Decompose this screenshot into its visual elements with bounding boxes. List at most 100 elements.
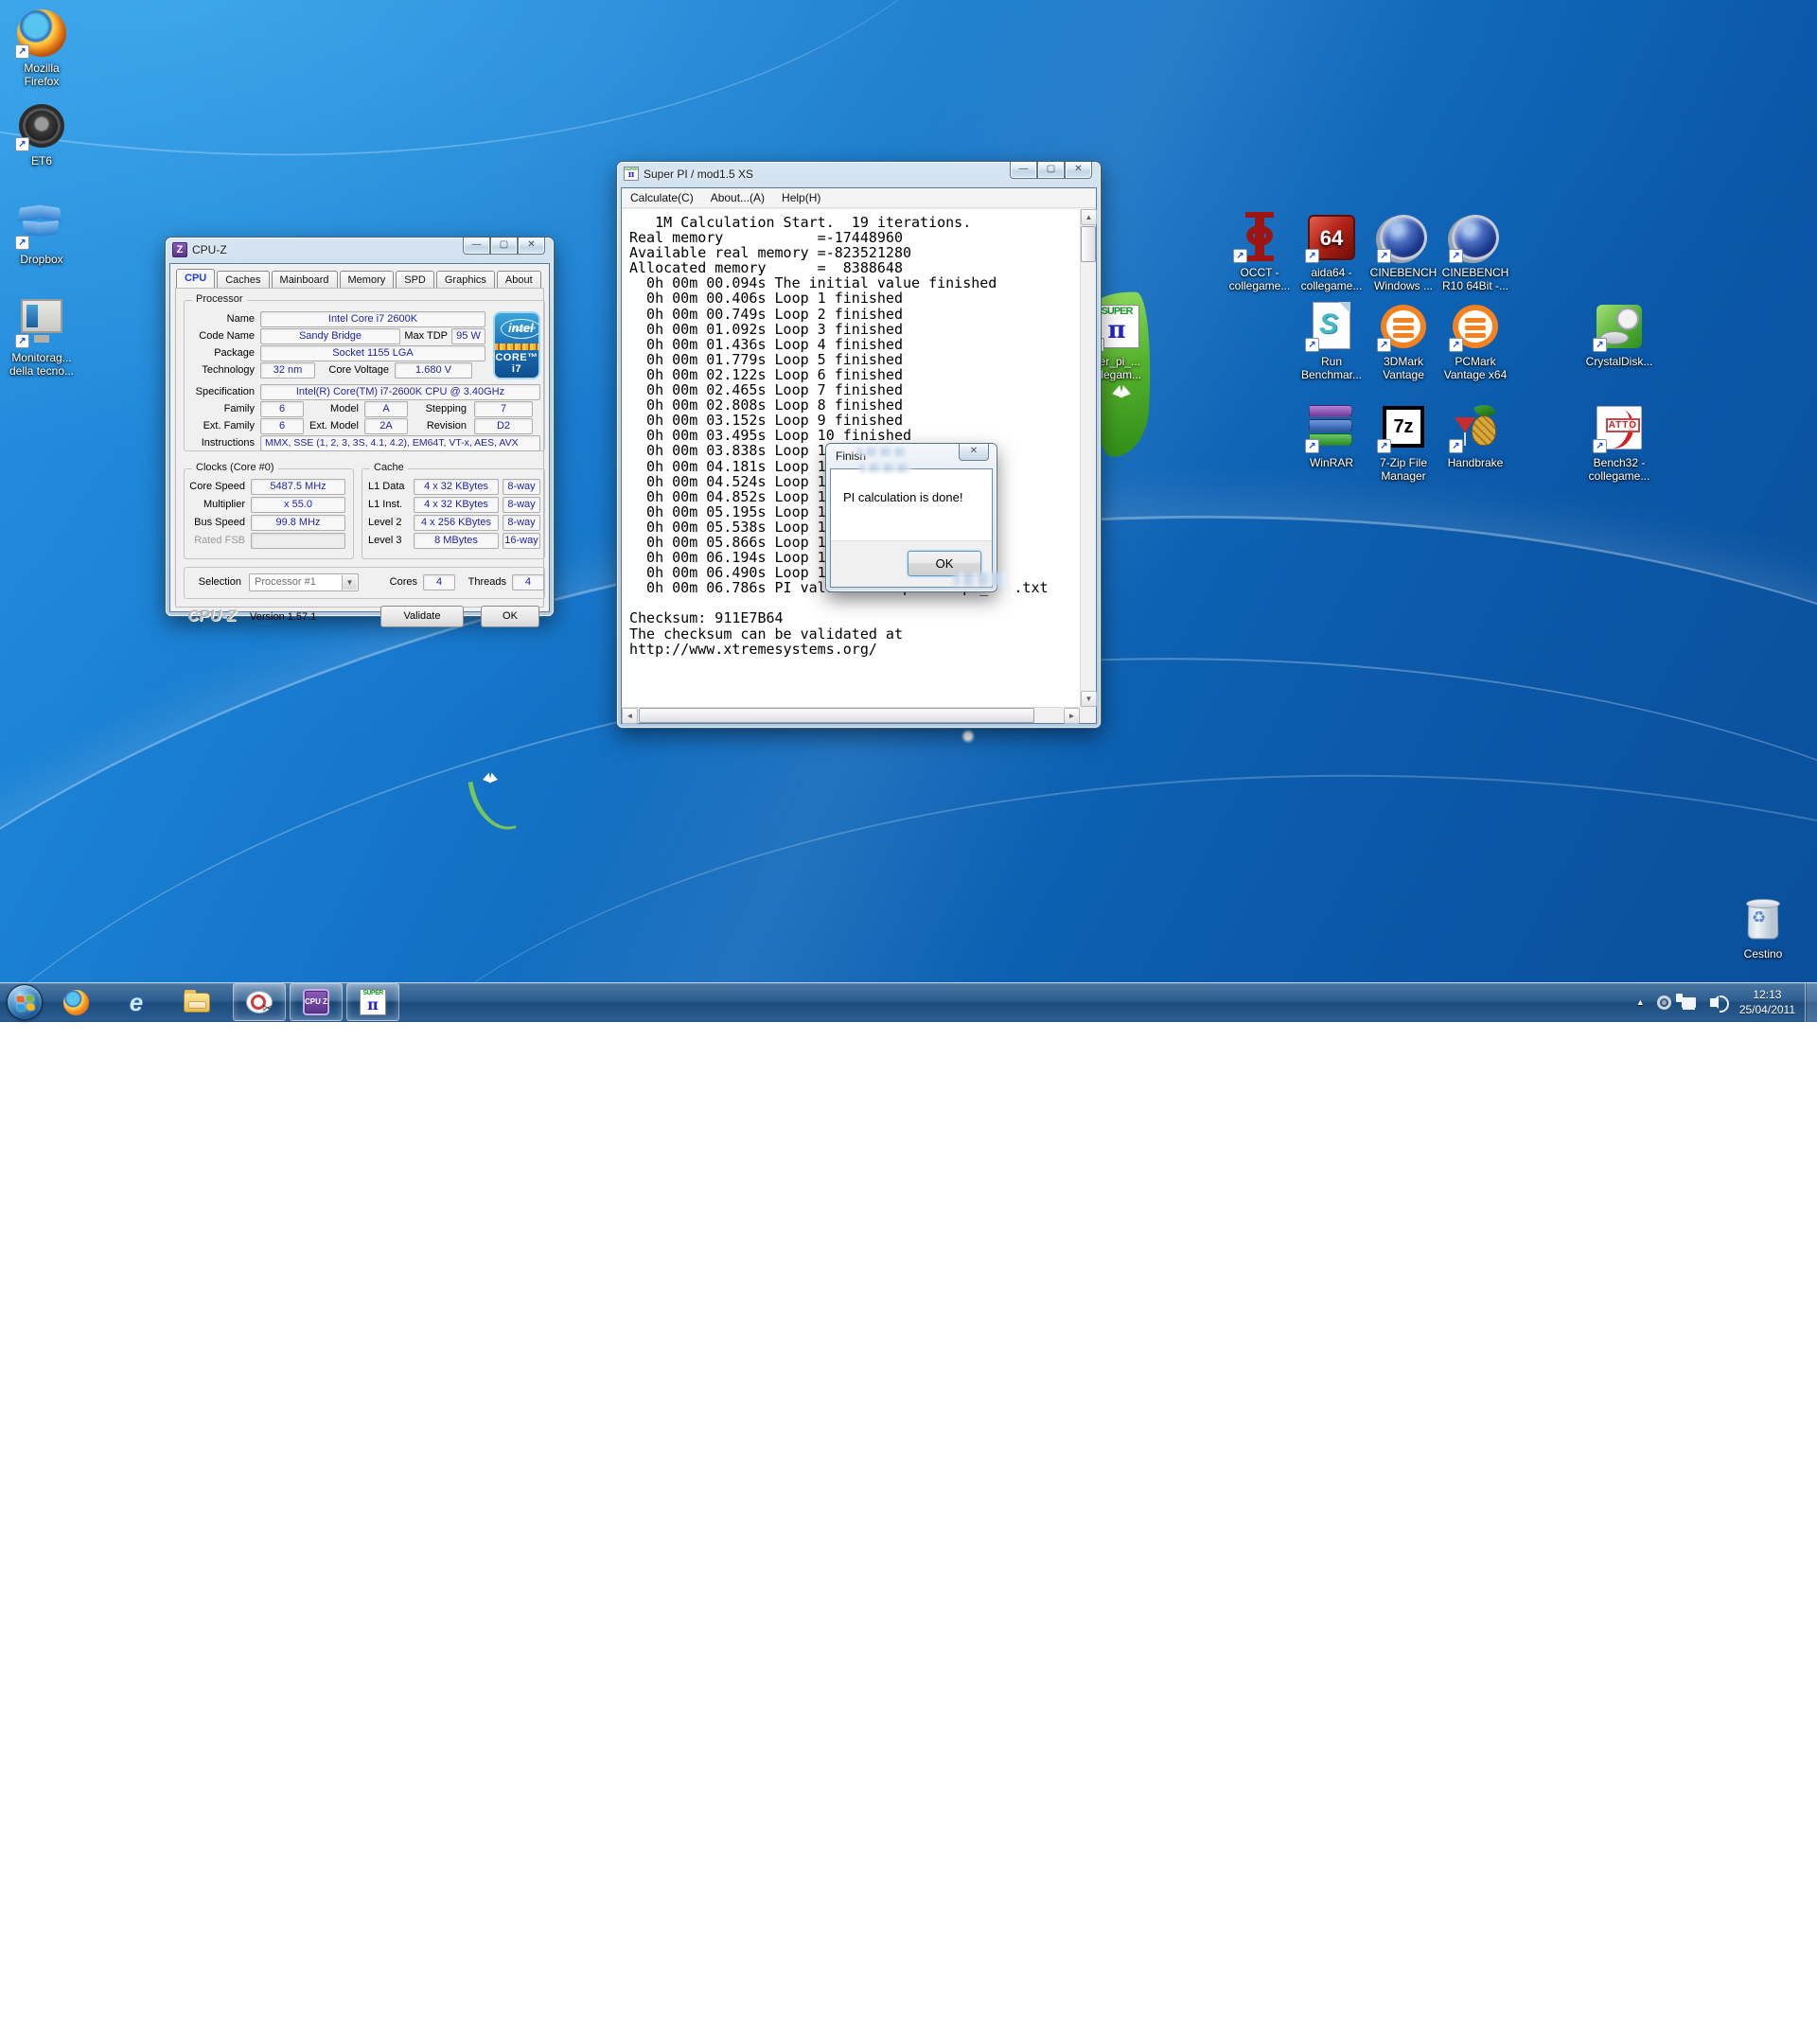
blurred-text-patch — [856, 448, 906, 456]
start-button[interactable] — [7, 984, 43, 1020]
ok-button[interactable]: OK — [481, 606, 539, 627]
processor-selection-dropdown[interactable]: Processor #1▼ — [249, 573, 359, 591]
desktop-icon-crystaldisk[interactable]: ↗ CrystalDisk... — [1582, 301, 1656, 368]
dialog-message: PI calculation is done! — [843, 490, 962, 504]
desktop-icon-7zip[interactable]: 7z ↗ 7-Zip FileManager — [1367, 402, 1440, 483]
horizontal-scrollbar[interactable]: ◄ ► — [622, 707, 1080, 723]
validate-button[interactable]: Validate — [380, 606, 464, 627]
desktop-icon-cinebench-windows[interactable]: ↗ CINEBENCHWindows ... — [1367, 212, 1440, 292]
desktop-icon-pcmark[interactable]: ↗ PCMarkVantage x64 — [1438, 301, 1512, 381]
close-icon[interactable]: ✕ — [959, 444, 989, 461]
scroll-up-button[interactable]: ▲ — [1081, 209, 1097, 225]
stepping-field: 7 — [474, 401, 533, 417]
tab-cpu[interactable]: CPU — [176, 269, 215, 290]
vertical-scrollbar[interactable]: ▲ ▼ — [1080, 209, 1096, 707]
instructions-field: MMX, SSE (1, 2, 3, 3S, 4.1, 4.2), EM64T,… — [260, 435, 540, 451]
minimize-button[interactable]: — — [463, 238, 490, 255]
maximize-button[interactable]: ▢ — [490, 238, 518, 255]
desktop-icon-run-benchmark[interactable]: S ↗ RunBenchmar... — [1295, 301, 1368, 381]
desktop-icon-dropbox[interactable]: ↗ Dropbox — [5, 199, 79, 266]
tab-graphics[interactable]: Graphics — [436, 271, 495, 290]
folder-icon — [184, 993, 210, 1013]
desktop-icon-cinebench-r10[interactable]: ↗ CINEBENCHR10 64Bit -... — [1438, 212, 1512, 292]
tab-about[interactable]: About — [497, 271, 541, 290]
shortcut-arrow-icon: ↗ — [1593, 439, 1607, 453]
taskbar-superpi-button[interactable]: SUPERπ — [346, 983, 399, 1021]
desktop-icon-label: Handbrake — [1438, 456, 1512, 469]
show-hidden-icons-button[interactable]: ▲ — [1629, 994, 1652, 1011]
desktop-icon-et6[interactable]: ↗ ET6 — [5, 100, 79, 167]
clocks-group: Clocks (Core #0) Core Speed 5487.5 MHz M… — [184, 468, 354, 559]
wallpaper-light-arc — [0, 578, 1817, 1977]
scroll-left-button[interactable]: ◄ — [622, 708, 638, 724]
tray-wheel-icon[interactable] — [1653, 991, 1676, 1013]
shortcut-arrow-icon: ↗ — [1377, 338, 1391, 352]
desktop-icon-handbrake[interactable]: ↗ Handbrake — [1438, 402, 1512, 469]
dialog-body: PI calculation is done! OK — [830, 468, 993, 588]
maximize-button[interactable]: ▢ — [1037, 162, 1065, 179]
volume-icon[interactable] — [1702, 991, 1725, 1013]
show-desktop-button[interactable] — [1805, 982, 1817, 1022]
close-button[interactable]: ✕ — [518, 238, 545, 255]
max-tdp-field: 95 W — [451, 328, 485, 344]
bus-speed-field: 99.8 MHz — [251, 515, 345, 531]
desktop-icon-monitoring[interactable]: ↗ Monitorag...della tecno... — [5, 297, 79, 378]
core-speed-field: 5487.5 MHz — [251, 479, 345, 495]
scroll-right-button[interactable]: ► — [1064, 708, 1080, 724]
menu-calculate[interactable]: Calculate(C) — [622, 188, 702, 207]
scroll-down-button[interactable]: ▼ — [1081, 691, 1097, 707]
tab-mainboard[interactable]: Mainboard — [272, 271, 338, 290]
model-field: A — [364, 401, 408, 417]
shortcut-arrow-icon: ↗ — [1593, 338, 1607, 352]
blurred-text-patch — [859, 464, 910, 472]
taskbar-internet-explorer-button[interactable]: e — [115, 983, 157, 1021]
firefox-icon — [63, 990, 89, 1015]
taskbar-firefox-button[interactable] — [55, 983, 97, 1021]
chevron-down-icon: ▼ — [342, 575, 357, 590]
ext-family-field: 6 — [260, 418, 304, 434]
menu-help[interactable]: Help(H) — [773, 188, 829, 207]
cache-group: Cache L1 Data 4 x 32 KBytes 8-way L1 Ins… — [362, 468, 545, 559]
l1-data-assoc-field: 8-way — [503, 479, 540, 495]
threads-field: 4 — [512, 574, 544, 590]
network-icon[interactable] — [1678, 991, 1701, 1013]
cpu-name-field: Intel Core i7 2600K — [260, 311, 485, 327]
desktop-icon-label: MozillaFirefox — [5, 62, 79, 88]
taskbar-snipping-tool-button[interactable]: ✂ — [233, 983, 286, 1021]
shortcut-arrow-icon: ↗ — [1305, 439, 1319, 453]
cpuz-cpu-page: Processor Name Intel Core i7 2600K Code … — [175, 288, 544, 608]
desktop-icon-aida64[interactable]: 64 ↗ aida64 -collegame... — [1295, 212, 1368, 292]
horizontal-scroll-thumb[interactable] — [639, 708, 1034, 723]
desktop-icon-label: 3DMarkVantage — [1367, 355, 1440, 381]
taskbar-cpuz-button[interactable]: CPU Z — [290, 983, 343, 1021]
desktop-icon-3dmark[interactable]: ↗ 3DMarkVantage — [1367, 301, 1440, 381]
butterfly-decoration — [483, 773, 498, 784]
taskbar-explorer-button[interactable] — [176, 983, 218, 1021]
menu-about[interactable]: About...(A) — [702, 188, 773, 207]
desktop-icon-occt[interactable]: ↗ OCCT -collegame... — [1223, 212, 1297, 292]
desktop-icon-winrar[interactable]: ↗ WinRAR — [1295, 402, 1368, 469]
tab-caches[interactable]: Caches — [217, 271, 269, 290]
level3-field: 8 MBytes — [414, 533, 499, 549]
desktop-icon-atto-bench32[interactable]: ATTO ↗ Bench32 -collegame... — [1582, 402, 1656, 483]
snipping-tool-icon: ✂ — [246, 991, 273, 1013]
level2-field: 4 x 256 KBytes — [414, 515, 499, 531]
tab-spd[interactable]: SPD — [396, 271, 434, 290]
superpi-menubar: Calculate(C) About...(A) Help(H) — [622, 188, 1096, 208]
vertical-scroll-thumb[interactable] — [1081, 226, 1096, 262]
tab-memory[interactable]: Memory — [340, 271, 395, 290]
cpuz-window: Z CPU-Z — ▢ ✕ CPUCachesMainboardMemorySP… — [166, 238, 554, 616]
cpuz-tab-strip: CPUCachesMainboardMemorySPDGraphicsAbout — [176, 269, 543, 289]
desktop-icon-firefox[interactable]: ↗ MozillaFirefox — [5, 8, 79, 88]
desktop-icon-recycle-bin[interactable]: ♻ Cestino — [1726, 893, 1800, 960]
shortcut-arrow-icon: ↗ — [1449, 439, 1463, 453]
close-button[interactable]: ✕ — [1065, 162, 1092, 179]
technology-field: 32 nm — [260, 362, 315, 379]
desktop-icon-label: 7-Zip FileManager — [1367, 456, 1440, 483]
superpi-app-icon: SUPER π — [624, 167, 639, 181]
minimize-button[interactable]: — — [1010, 162, 1037, 179]
revision-field: D2 — [474, 418, 533, 434]
shortcut-arrow-icon: ↗ — [1305, 249, 1319, 263]
shortcut-arrow-icon: ↗ — [1449, 338, 1463, 352]
taskbar-clock[interactable]: 12:13 25/04/2011 — [1726, 987, 1805, 1017]
